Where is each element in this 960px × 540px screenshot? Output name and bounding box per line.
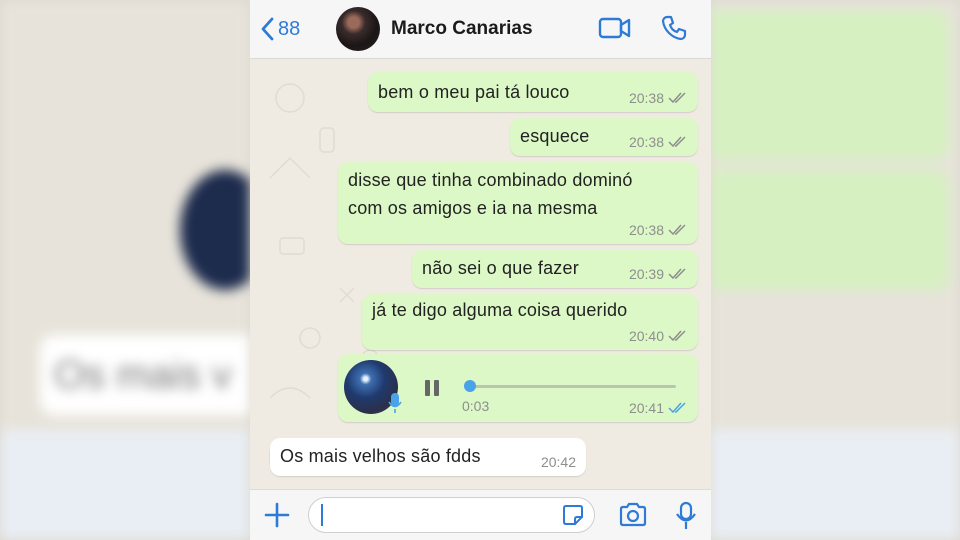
message-text: bem o meu pai tá louco [378,82,570,102]
text-caret [321,504,323,526]
message-meta: 20:42 [541,454,576,470]
message-meta: 20:39 [629,266,688,282]
blurred-background-right [710,0,960,540]
message-meta: 20:38 [629,222,688,238]
message-text-line-2: com os amigos e ia na mesma [348,198,598,218]
mic-icon[interactable] [675,501,697,531]
blurred-preview-text: Os mais v [54,353,232,397]
message-meta: 20:41 [629,400,688,416]
message-bubble-outgoing[interactable]: disse que tinha combinado dominó com os … [338,162,698,244]
blurred-background-left: Os mais v [0,0,250,540]
double-check-icon [668,268,686,280]
message-bubble-incoming[interactable]: Os mais velhos são fdds 20:42 [270,438,586,476]
message-meta: 20:38 [629,90,688,106]
message-bubble-outgoing[interactable]: esquece 20:38 [510,118,698,156]
back-button[interactable]: 88 [260,14,300,44]
message-text: não sei o que fazer [422,258,579,278]
voice-message-bubble[interactable]: 0:03 20:41 [338,354,698,422]
message-time: 20:38 [628,90,664,106]
chat-header: 88 Marco Canarias [250,0,711,59]
voice-progress-knob[interactable] [464,380,476,392]
contact-name[interactable]: Marco Canarias [391,18,533,40]
message-text-line-1: disse que tinha combinado dominó [348,170,633,190]
blurred-composer [0,430,250,540]
message-text: esquece [520,126,590,146]
chat-screen: 88 Marco Canarias bem o meu pai tá louco… [250,0,711,540]
message-time: 20:38 [628,134,664,150]
message-bubble-outgoing[interactable]: bem o meu pai tá louco 20:38 [368,72,698,112]
message-text: Os mais velhos são fdds [280,446,481,466]
message-list[interactable]: bem o meu pai tá louco 20:38 esquece 20:… [250,58,711,490]
message-time: 20:38 [628,222,664,238]
message-time: 20:41 [628,400,664,416]
contact-avatar[interactable] [336,7,380,51]
voice-duration: 0:03 [462,398,490,414]
chevron-left-icon [261,17,274,41]
message-meta: 20:38 [629,134,688,150]
double-check-read-icon [668,402,686,414]
pause-icon[interactable] [422,378,442,398]
blurred-composer-right [710,430,960,540]
message-meta: 20:40 [629,328,688,344]
video-call-icon[interactable] [598,14,632,42]
message-time: 20:40 [628,328,664,344]
double-check-icon [668,224,686,236]
message-text: já te digo alguma coisa querido [372,300,628,320]
message-input[interactable] [308,497,595,533]
unread-count: 88 [278,17,301,40]
double-check-icon [668,136,686,148]
blurred-avatar [180,170,250,290]
blurred-bubble-2 [710,170,950,290]
blurred-bubble: Os mais v [40,335,250,415]
voice-progress-track[interactable] [464,385,676,388]
sticker-icon[interactable] [562,504,584,526]
plus-icon[interactable] [264,502,290,528]
mic-icon [388,393,402,413]
composer-bar [250,489,711,540]
message-time: 20:42 [540,454,576,470]
message-time: 20:39 [628,266,664,282]
message-bubble-outgoing[interactable]: não sei o que fazer 20:39 [412,250,698,288]
double-check-icon [668,330,686,342]
camera-icon[interactable] [618,502,648,528]
phone-icon[interactable] [660,14,688,42]
message-bubble-outgoing[interactable]: já te digo alguma coisa querido 20:40 [362,294,698,350]
double-check-icon [668,92,686,104]
blurred-bubble-1 [710,10,950,160]
